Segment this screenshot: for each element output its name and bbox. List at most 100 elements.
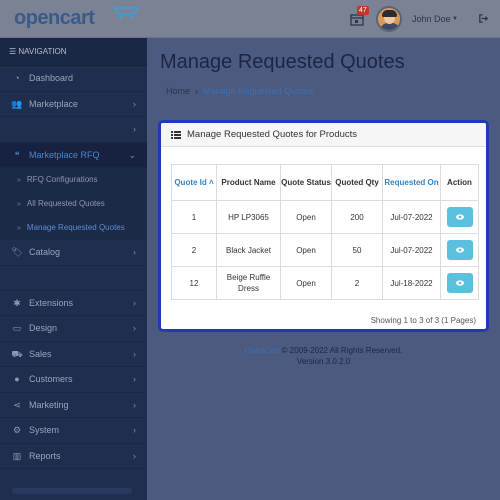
breadcrumb: Home › Manage Requested Quotes xyxy=(166,86,313,96)
breadcrumb-current[interactable]: Manage Requested Quotes xyxy=(203,86,313,96)
page-title: Manage Requested Quotes xyxy=(160,51,405,73)
pagination-summary: Showing 1 to 3 of 3 (1 Pages) xyxy=(370,316,476,325)
cell-action xyxy=(440,200,479,234)
dashboard-icon: ◔ xyxy=(14,73,20,83)
puzzle-icon: ✱ xyxy=(13,297,21,308)
cell-product-name: Beige Ruffle Dress xyxy=(216,266,281,300)
view-button[interactable] xyxy=(446,273,473,293)
cell-action xyxy=(440,233,479,267)
cell-requested-on: Jul-18-2022 xyxy=(382,266,441,300)
user-avatar[interactable] xyxy=(376,6,402,32)
cell-quoted-qty: 2 xyxy=(331,266,383,300)
breadcrumb-home[interactable]: Home xyxy=(166,86,190,96)
opencart-logo[interactable]: opencart xyxy=(14,7,140,30)
users-icon: 👥 xyxy=(11,98,23,109)
hamburger-icon: ☰ xyxy=(9,47,19,56)
share-icon: ⋖ xyxy=(13,399,21,410)
sidebar-footer-bar xyxy=(12,488,132,494)
view-button[interactable] xyxy=(446,240,473,260)
notification-badge: 47 xyxy=(357,6,369,15)
user-icon: ● xyxy=(14,374,20,384)
chevron-down-icon: ⌄ xyxy=(128,149,136,160)
logo-text: opencart xyxy=(14,7,95,29)
cell-quote-status: Open xyxy=(280,200,332,234)
cell-requested-on: Jul-07-2022 xyxy=(382,233,441,267)
quotes-panel: Manage Requested Quotes for Products Quo… xyxy=(158,120,489,332)
bar-chart-icon: ▥ xyxy=(12,450,22,461)
caret-down-icon[interactable]: ▼ xyxy=(452,16,458,22)
sidebar-item-customers[interactable]: ● Customers › xyxy=(0,367,147,393)
cell-quoted-qty: 200 xyxy=(331,200,383,234)
sidebar-spacer xyxy=(0,266,147,291)
cell-quote-id: 1 xyxy=(171,200,217,234)
list-icon xyxy=(171,131,181,139)
cell-quote-status: Open xyxy=(280,266,332,300)
quotes-table: Quote Id ˄ Product Name Quote Status Quo… xyxy=(171,164,479,300)
sidebar-item-design[interactable]: ▭ Design › xyxy=(0,316,147,342)
sidebar-subitem-rfq-configurations[interactable]: » RFQ Configurations xyxy=(0,168,147,192)
sidebar-item-extensions[interactable]: ✱ Extensions › xyxy=(0,291,147,316)
opencart-link[interactable]: OpenCart xyxy=(245,346,280,355)
chevron-right-icon: › xyxy=(133,450,136,461)
sidebar-item-marketplace-rfq[interactable]: ❝ Marketplace RFQ ⌄ xyxy=(0,142,147,168)
navigation-title[interactable]: ☰ NAVIGATION xyxy=(0,38,147,66)
sidebar: ☰ NAVIGATION ◔ Dashboard 👥 Marketplace ›… xyxy=(0,38,147,500)
sidebar-item-catalog[interactable]: 🏷 Catalog › xyxy=(0,240,147,266)
sidebar-item-reports[interactable]: ▥ Reports › xyxy=(0,444,147,469)
table-row: 1 HP LP3065 Open 200 Jul-07-2022 xyxy=(171,200,479,234)
cell-action xyxy=(440,266,479,300)
version-text: Version 3.0.2.0 xyxy=(296,357,351,366)
column-requested-on[interactable]: Requested On xyxy=(382,164,441,201)
logout-icon[interactable] xyxy=(478,13,489,24)
chevron-right-icon: › xyxy=(133,399,136,410)
cell-product-name: HP LP3065 xyxy=(216,200,281,234)
sidebar-item-marketing[interactable]: ⋖ Marketing › xyxy=(0,393,147,418)
sidebar-item-dashboard[interactable]: ◔ Dashboard xyxy=(0,66,147,92)
sidebar-item-unlabeled[interactable]: › xyxy=(0,117,147,143)
breadcrumb-separator: › xyxy=(195,86,199,96)
table-header-row: Quote Id ˄ Product Name Quote Status Quo… xyxy=(171,164,479,201)
logo-cart-icon xyxy=(112,7,140,19)
chevron-right-icon: › xyxy=(133,374,136,384)
double-chevron-icon: » xyxy=(17,201,21,208)
chevron-right-icon: › xyxy=(133,247,136,257)
chevron-right-icon: › xyxy=(133,297,136,308)
sidebar-item-marketplace[interactable]: 👥 Marketplace › xyxy=(0,92,147,117)
chevron-right-icon: › xyxy=(133,323,136,333)
quote-icon: ❝ xyxy=(14,149,20,160)
chevron-right-icon: › xyxy=(133,348,136,359)
cell-quoted-qty: 50 xyxy=(331,233,383,267)
table-row: 2 Black Jacket Open 50 Jul-07-2022 xyxy=(171,233,479,267)
column-quoted-qty: Quoted Qty xyxy=(331,164,383,201)
sidebar-subitem-manage-requested-quotes[interactable]: » Manage Requested Quotes xyxy=(0,216,147,240)
cog-icon: ⚙ xyxy=(12,425,22,435)
double-chevron-icon: » xyxy=(17,225,21,232)
table-row: 12 Beige Ruffle Dress Open 2 Jul-18-2022 xyxy=(171,266,479,300)
chevron-right-icon: › xyxy=(133,124,136,134)
chevron-right-icon: › xyxy=(133,98,136,109)
copyright-text: © 2009-2022 All Rights Reserved. xyxy=(279,346,403,355)
panel-heading: Manage Requested Quotes for Products xyxy=(161,123,486,147)
eye-icon xyxy=(455,280,464,286)
view-button[interactable] xyxy=(446,207,473,227)
cell-requested-on: Jul-07-2022 xyxy=(382,200,441,234)
eye-icon xyxy=(455,214,464,220)
tag-icon: 🏷 xyxy=(11,247,23,257)
sidebar-item-sales[interactable]: ⛟ Sales › xyxy=(0,342,147,367)
eye-icon xyxy=(455,247,464,253)
copyright-line: OpenCart © 2009-2022 All Rights Reserved… xyxy=(147,345,500,356)
cell-product-name: Black Jacket xyxy=(216,233,281,267)
cell-quote-status: Open xyxy=(280,233,332,267)
cart-icon: ⛟ xyxy=(11,348,23,359)
user-name[interactable]: John Doe xyxy=(412,14,451,24)
page-footer: OpenCart © 2009-2022 All Rights Reserved… xyxy=(147,345,500,367)
column-quote-status: Quote Status xyxy=(280,164,332,201)
top-header: opencart 47 John Doe ▼ xyxy=(0,0,500,38)
cell-quote-id: 12 xyxy=(171,266,217,300)
sidebar-subitem-all-requested-quotes[interactable]: » All Requested Quotes xyxy=(0,192,147,216)
column-product-name: Product Name xyxy=(216,164,281,201)
column-quote-id[interactable]: Quote Id ˄ xyxy=(171,164,217,201)
sidebar-item-system[interactable]: ⚙ System › xyxy=(0,418,147,444)
chevron-right-icon: › xyxy=(133,425,136,435)
cell-quote-id: 2 xyxy=(171,233,217,267)
